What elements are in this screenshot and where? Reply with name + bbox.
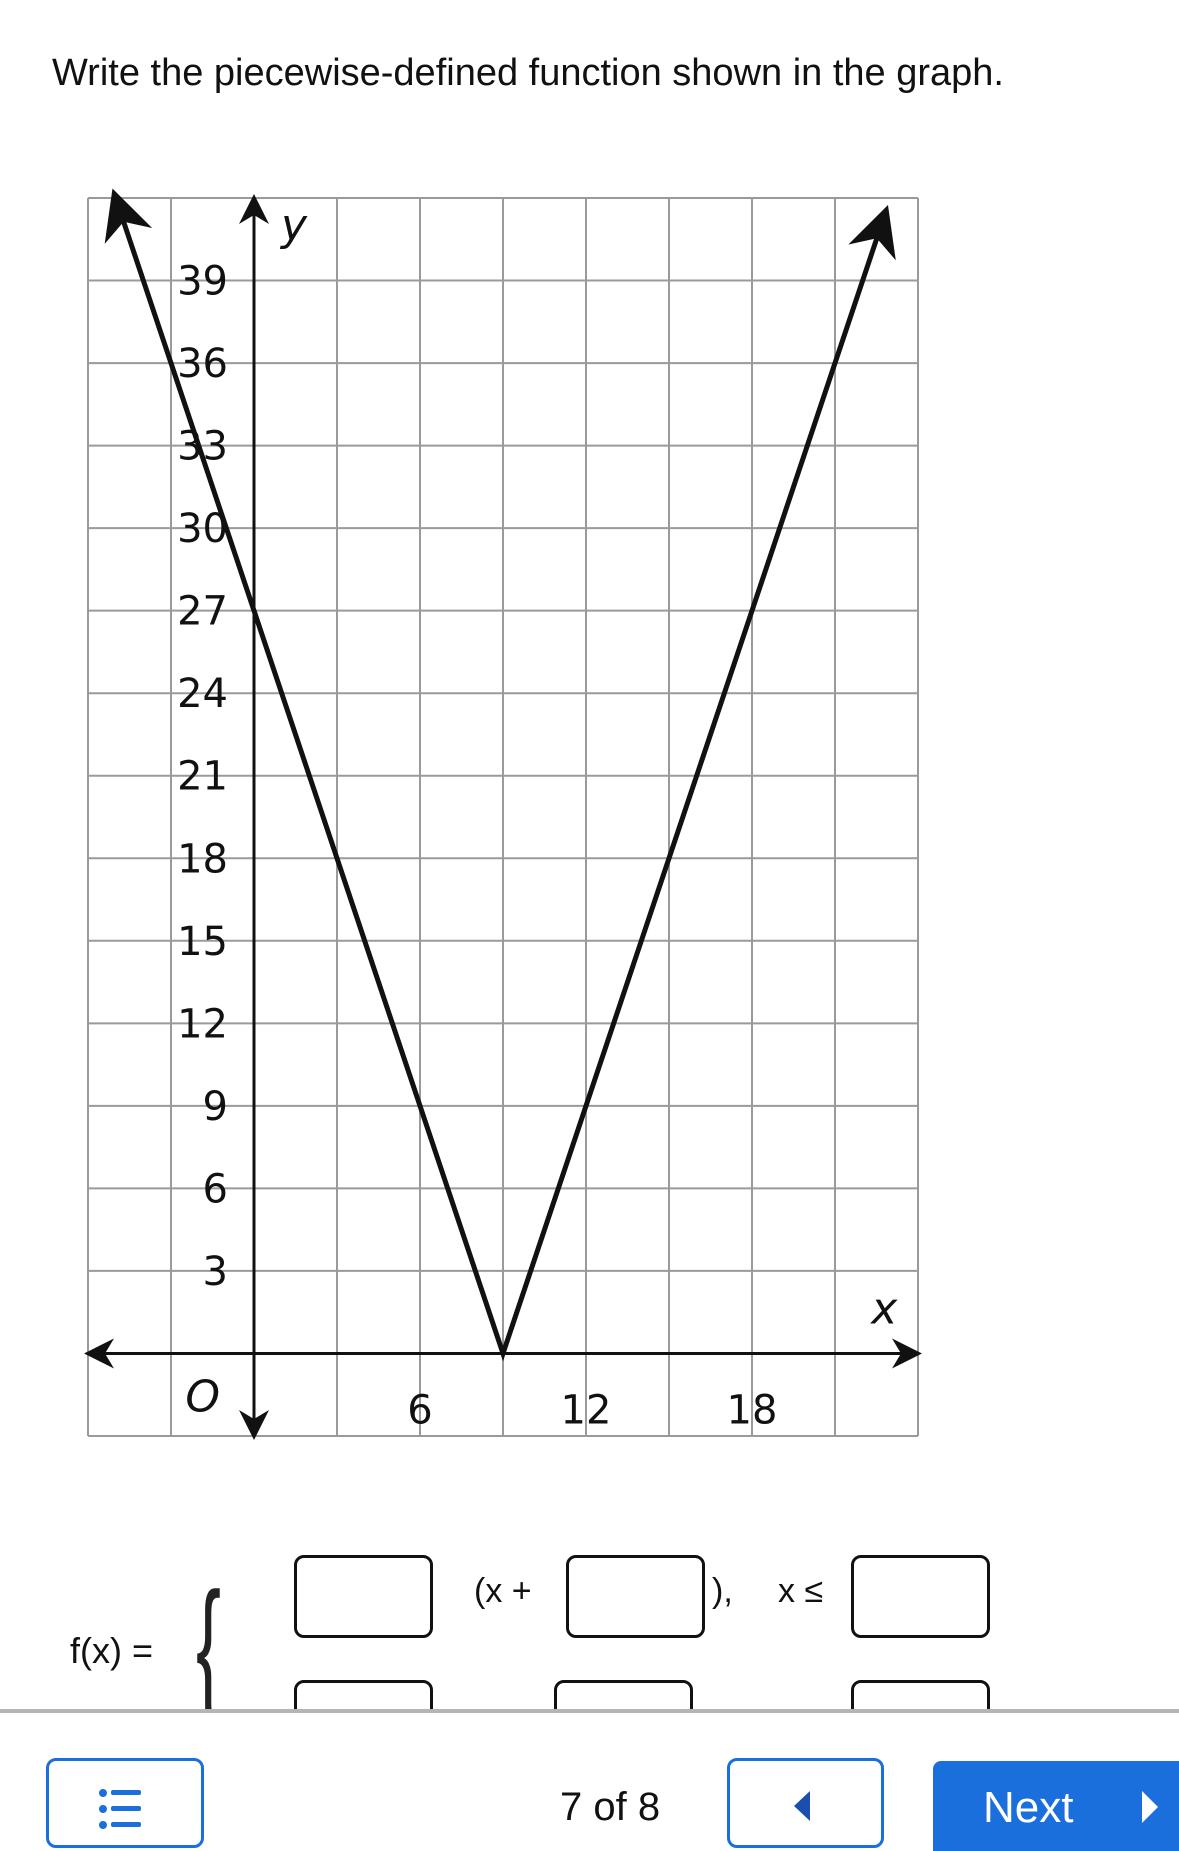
question-counter: 7 of 8 [560, 1785, 660, 1830]
question-list-button[interactable] [46, 1758, 204, 1848]
y-tick-label: 6 [203, 1166, 228, 1212]
y-tick-label: 21 [177, 754, 228, 800]
row1-condition-text: x ≤ [778, 1572, 823, 1611]
y-axis-label: y [279, 200, 308, 251]
y-tick-label: 27 [177, 589, 228, 635]
next-button[interactable]: Next [933, 1761, 1179, 1851]
list-icon [97, 1785, 157, 1845]
piecewise-graph: 3691215182124273033363961218Oxy [0, 0, 1179, 1480]
y-tick-label: 3 [203, 1249, 228, 1295]
y-tick-label: 30 [177, 506, 228, 552]
row2-coefficient-input[interactable] [294, 1680, 433, 1711]
x-axis-label: x [869, 1283, 898, 1334]
formula-area: f(x) = { (x + ), x ≤ [0, 1500, 1179, 1711]
y-tick-label: 9 [203, 1084, 228, 1130]
y-tick-label: 15 [177, 919, 228, 965]
previous-button[interactable] [727, 1758, 884, 1848]
origin-label: O [185, 1371, 220, 1422]
row1-constant-input[interactable] [566, 1555, 705, 1638]
row1-close-text: ), [712, 1572, 733, 1611]
x-tick-label: 18 [727, 1387, 778, 1433]
triangle-right-icon [1138, 1787, 1168, 1827]
brace: { [196, 1570, 221, 1711]
row1-bound-input[interactable] [851, 1555, 990, 1638]
next-label: Next [983, 1783, 1073, 1833]
y-tick-label: 39 [177, 259, 228, 305]
y-tick-label: 12 [177, 1001, 228, 1047]
row2-constant-input[interactable] [554, 1680, 693, 1711]
row2-bound-input[interactable] [851, 1680, 990, 1711]
y-tick-label: 36 [177, 341, 228, 387]
bottom-nav-bar: 7 of 8 Next [0, 1709, 1179, 1829]
y-tick-label: 24 [177, 671, 228, 717]
function-label: f(x) = [70, 1630, 153, 1672]
x-tick-label: 6 [407, 1387, 432, 1433]
y-tick-label: 33 [177, 424, 228, 470]
triangle-left-icon [790, 1787, 820, 1827]
x-tick-label: 12 [561, 1387, 612, 1433]
row1-open-text: (x + [474, 1572, 532, 1611]
y-tick-label: 18 [177, 836, 228, 882]
row1-coefficient-input[interactable] [294, 1555, 433, 1638]
